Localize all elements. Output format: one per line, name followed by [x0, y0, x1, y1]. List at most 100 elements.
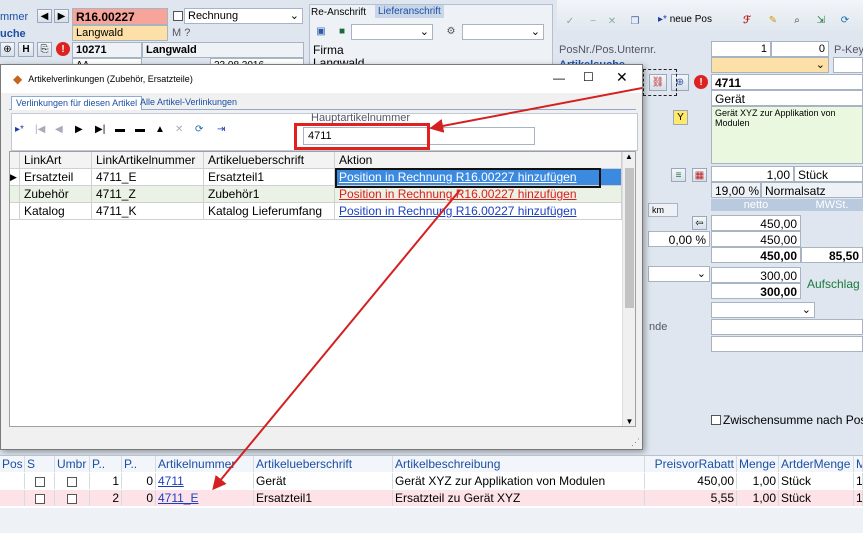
delivery-select[interactable]: ⌄ [462, 24, 544, 40]
next-record-button[interactable]: ▶ [54, 9, 69, 23]
table-row[interactable]: Katalog 4711_K Katalog Lieferumfang Posi… [10, 203, 622, 220]
zwischensumme-checkbox[interactable] [711, 415, 721, 425]
refresh-icon[interactable]: ⟳ [195, 124, 217, 135]
scroll-down-icon[interactable]: ▼ [623, 417, 635, 426]
network-icon[interactable]: ⚙ [444, 24, 458, 38]
netto-field-1[interactable]: 450,00 [711, 215, 801, 231]
back-arrow-icon[interactable]: ⇦ [692, 216, 707, 230]
article-search-select[interactable]: ⌄ [711, 57, 829, 73]
resize-grip-icon[interactable]: ⋰ [631, 437, 640, 448]
doc-type-select[interactable]: Rechnung ⌄ [184, 8, 303, 24]
field-b[interactable] [711, 336, 863, 352]
col-artikelbeschreibung[interactable]: Artikelbeschreibung [393, 456, 645, 472]
prev-record-icon[interactable]: ◀ [55, 124, 75, 135]
vat-name-field[interactable]: Normalsatz [761, 182, 863, 198]
col-preis[interactable]: PreisvorRabatt [645, 456, 737, 472]
table-row[interactable]: Zubehör 4711_Z Zubehör1 Position in Rech… [10, 186, 622, 203]
calc-icon[interactable]: ▦ [692, 168, 707, 182]
col-artikelnummer[interactable]: Artikelnummer [156, 456, 254, 472]
maximize-icon[interactable]: ☐ [583, 70, 594, 84]
exit-icon[interactable]: ⇥ [217, 124, 237, 135]
col-s[interactable]: S [25, 456, 55, 472]
info-icon[interactable]: ! [694, 75, 708, 89]
extra-select[interactable]: ⌄ [711, 302, 815, 318]
col-linkart[interactable]: LinkArt [20, 152, 92, 169]
article-name-field[interactable]: Gerät [711, 90, 863, 106]
customer-number-field[interactable]: 10271 [72, 42, 142, 58]
cell-umbr[interactable] [55, 490, 90, 506]
cell-artikelnummer-link[interactable]: 4711_E [156, 490, 254, 506]
cell-umbr[interactable] [55, 473, 90, 489]
col-m[interactable]: M [854, 456, 863, 472]
scroll-up-icon[interactable]: ▲ [623, 152, 635, 161]
delete-record-icon[interactable]: ▬ [115, 124, 135, 135]
col-aktion[interactable]: Aktion [335, 152, 622, 169]
col-linknr[interactable]: LinkArtikelnummer [92, 152, 204, 169]
yellow-y-icon[interactable]: Y [673, 110, 688, 125]
cancel-icon[interactable]: ✕ [605, 14, 619, 28]
tab-all-links[interactable]: Alle Artikel-Verlinkungen [136, 96, 241, 110]
posnr-field[interactable]: 1 [711, 41, 771, 57]
col-p2[interactable]: P.. [122, 456, 156, 472]
cell-s[interactable] [25, 473, 55, 489]
km-field[interactable]: km [648, 203, 678, 217]
person-icon[interactable]: ■ [335, 24, 349, 38]
s-checkbox[interactable] [34, 493, 45, 504]
table-row[interactable]: 2 0 4711_E Ersatzteil1 Ersatzteil zu Ger… [0, 490, 863, 506]
col-title[interactable]: Artikelueberschrift [204, 152, 335, 169]
new-record-icon[interactable]: ▸* [15, 124, 35, 135]
s-checkbox[interactable] [34, 476, 45, 487]
new-position-button[interactable]: ▸* neue Pos [658, 14, 712, 25]
cell-s[interactable] [25, 490, 55, 506]
umbr-checkbox[interactable] [67, 476, 77, 487]
col-p1[interactable]: P.. [90, 456, 122, 472]
customer-name2-field[interactable]: Langwald [142, 42, 304, 58]
edit-record-icon[interactable]: ▬ [135, 124, 155, 135]
col-menge[interactable]: Menge [737, 456, 779, 472]
vat-percent-field[interactable]: 19,00 % [711, 182, 761, 198]
scroll-thumb[interactable] [625, 168, 634, 308]
copy-icon[interactable]: ⎘ [37, 42, 52, 57]
field-a[interactable] [711, 319, 863, 335]
pos-sub-field[interactable]: 0 [771, 41, 829, 57]
umbr-checkbox[interactable] [67, 493, 77, 504]
doc-type-checkbox[interactable] [173, 11, 183, 21]
article-description-field[interactable]: Gerät XYZ zur Applikation von Modulen [711, 106, 863, 164]
first-record-icon[interactable]: |◀ [35, 124, 55, 135]
delete-icon[interactable]: − [586, 14, 600, 28]
netto-field-2[interactable]: 450,00 [711, 231, 801, 247]
export-icon[interactable]: ⇲ [813, 12, 829, 28]
col-artikelueberschrift[interactable]: Artikelueberschrift [254, 456, 393, 472]
next-record-icon[interactable]: ▶ [75, 124, 95, 135]
close-icon[interactable]: ✕ [616, 69, 628, 86]
vertical-scrollbar[interactable]: ▲ ▼ [622, 152, 635, 426]
green-icon[interactable]: ≡ [671, 168, 686, 182]
tab-re-anschrift[interactable]: Re-Anschrift [311, 7, 366, 18]
add-position-link[interactable]: Position in Rechnung R16.00227 hinzufüge… [335, 186, 622, 203]
last-record-icon[interactable]: ▶| [95, 124, 115, 135]
ek-field-2[interactable]: 300,00 [711, 283, 801, 299]
address-book-icon[interactable]: ▣ [314, 24, 328, 38]
refresh-icon[interactable]: ⟳ [837, 12, 853, 28]
left-select[interactable]: ⌄ [648, 266, 710, 282]
note-icon[interactable]: ✎ [765, 12, 781, 28]
h-button[interactable]: H [18, 42, 34, 57]
pkey-field[interactable] [833, 57, 863, 73]
table-row[interactable]: 1 0 4711 Gerät Gerät XYZ zur Applikation… [0, 473, 863, 489]
address-select[interactable]: ⌄ [351, 24, 433, 40]
invoice-number-field[interactable]: R16.00227 [72, 8, 168, 25]
col-pos[interactable]: Pos [0, 456, 25, 472]
confirm-icon[interactable]: ✓ [563, 14, 577, 28]
ek-field-1[interactable]: 300,00 [711, 267, 801, 283]
cell-artikelnummer-link[interactable]: 4711 [156, 473, 254, 489]
tab-lieferanschrift[interactable]: Lieferanschrift [375, 5, 444, 18]
binoculars-icon[interactable]: ⌕ [789, 12, 805, 28]
copy-position-icon[interactable]: ❐ [627, 13, 643, 29]
prev-record-button[interactable]: ◀ [37, 9, 52, 23]
info-icon[interactable]: ! [56, 42, 70, 56]
col-artdermenge[interactable]: ArtderMenge [779, 456, 854, 472]
tab-links-this-article[interactable]: Verlinkungen für diesen Artikel [11, 96, 143, 110]
unit-field[interactable]: Stück [794, 166, 863, 182]
customer-name-field[interactable]: Langwald [72, 25, 168, 41]
mwst-field[interactable]: 85,50 [801, 247, 863, 263]
